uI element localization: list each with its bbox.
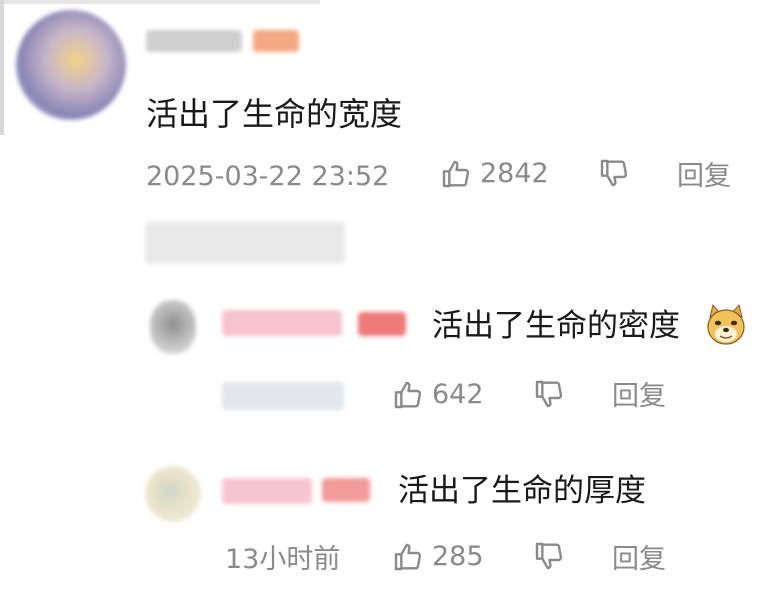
reply-dislike-button[interactable]	[533, 540, 565, 572]
top-divider	[0, 0, 320, 4]
thumbs-down-icon	[533, 540, 565, 572]
comment-timestamp: 2025-03-22 23:52	[146, 161, 390, 192]
doge-emoji-icon	[707, 303, 745, 345]
reply-text: 活出了生命的密度	[432, 308, 680, 344]
thumbs-up-icon	[392, 379, 424, 411]
reply-avatar[interactable]	[145, 466, 201, 522]
reply-username-blurred[interactable]	[222, 478, 312, 504]
thumbs-up-icon	[440, 158, 472, 190]
reply-reply-button[interactable]: 回复	[612, 543, 666, 577]
reply-avatar[interactable]	[150, 300, 196, 354]
user-badge-blurred	[253, 30, 299, 52]
thumbs-down-icon	[533, 378, 565, 410]
reply-time-blurred	[222, 382, 344, 410]
username-blurred[interactable]	[146, 30, 242, 52]
comment-thread: 活出了生命的宽度 2025-03-22 23:52 2842 回复 活出了生命的…	[0, 0, 762, 600]
like-count: 2842	[480, 158, 549, 189]
reply-button[interactable]: 回复	[677, 160, 731, 194]
like-button[interactable]: 2842	[440, 157, 549, 191]
reply-badge-blurred	[358, 312, 406, 336]
dislike-button[interactable]	[598, 157, 630, 189]
thumbs-down-icon	[598, 157, 630, 189]
reply-username-blurred[interactable]	[222, 310, 342, 336]
reply-reply-button[interactable]: 回复	[612, 380, 666, 414]
reply-text: 活出了生命的厚度	[398, 473, 646, 509]
reply-like-button[interactable]: 642	[392, 378, 484, 412]
reply-like-count: 642	[432, 379, 484, 410]
thumbs-up-icon	[392, 541, 424, 573]
left-edge-divider	[0, 0, 4, 135]
reply-like-count: 285	[432, 541, 484, 572]
reply-badge-blurred	[322, 478, 370, 502]
comment-text: 活出了生命的宽度	[146, 95, 403, 133]
collapsed-replies-blurred[interactable]	[145, 222, 345, 264]
reply-like-button[interactable]: 285	[392, 540, 484, 574]
avatar[interactable]	[16, 10, 126, 120]
reply-dislike-button[interactable]	[533, 378, 565, 410]
reply-time: 13小时前	[225, 544, 341, 575]
